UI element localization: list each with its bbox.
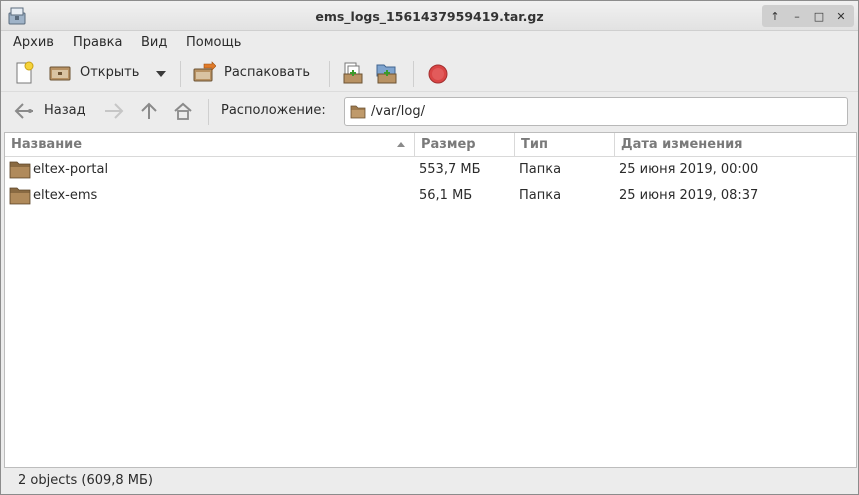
- menu-archive[interactable]: Архив: [13, 35, 54, 50]
- arrow-left-icon: [14, 103, 33, 119]
- add-files-button[interactable]: [338, 58, 368, 88]
- open-archive-button[interactable]: Открыть: [45, 58, 145, 88]
- toolbar-separator: [413, 61, 414, 87]
- location-input[interactable]: [371, 104, 831, 119]
- toolbar-separator: [329, 61, 330, 87]
- column-header-label: Название: [11, 137, 83, 152]
- menu-bar: Архив Правка Вид Помощь: [1, 31, 858, 55]
- sort-ascending-icon: [397, 142, 405, 147]
- toolbar-separator: [208, 99, 209, 125]
- column-header-modified[interactable]: Дата изменения: [615, 133, 856, 157]
- file-modified: 25 июня 2019, 08:37: [619, 188, 759, 203]
- back-button[interactable]: Назад: [9, 97, 93, 126]
- status-bar: 2 objects (609,8 МБ): [1, 468, 858, 494]
- menu-help[interactable]: Помощь: [186, 35, 241, 50]
- window-title: ems_logs_1561437959419.tar.gz: [315, 9, 544, 24]
- open-archive-label: Открыть: [80, 65, 140, 80]
- archive-manager-window: ems_logs_1561437959419.tar.gz ↑ – □ ✕ Ар…: [0, 0, 859, 495]
- stop-button[interactable]: [423, 58, 453, 88]
- window-close-button[interactable]: ✕: [830, 5, 852, 27]
- open-archive-icon: [49, 66, 71, 81]
- folder-icon: [9, 187, 31, 205]
- extract-icon: [193, 61, 216, 82]
- file-name: eltex-ems: [33, 188, 98, 203]
- file-list: Название Размер Тип Дата изменения eltex…: [4, 132, 857, 468]
- status-text: 2 objects (609,8 МБ): [18, 473, 153, 488]
- table-row[interactable]: eltex-portal 553,7 МБ Папка 25 июня 2019…: [5, 157, 856, 183]
- new-archive-button[interactable]: [9, 58, 39, 88]
- column-header-size[interactable]: Размер: [415, 133, 515, 157]
- column-header-label: Тип: [521, 137, 548, 152]
- file-modified: 25 июня 2019, 00:00: [619, 162, 759, 177]
- location-label: Расположение:: [221, 103, 326, 118]
- add-folder-button[interactable]: [372, 58, 402, 88]
- add-files-icon: [343, 62, 363, 84]
- file-type: Папка: [519, 162, 562, 177]
- file-size: 553,7 МБ: [419, 162, 481, 177]
- column-header-name[interactable]: Название: [5, 133, 415, 157]
- window-up-button[interactable]: ↑: [764, 5, 786, 27]
- table-row[interactable]: eltex-ems 56,1 МБ Папка 25 июня 2019, 08…: [5, 183, 856, 209]
- home-icon[interactable]: [173, 101, 193, 121]
- back-label: Назад: [44, 103, 86, 118]
- arrow-right-icon[interactable]: [103, 102, 125, 120]
- stop-icon: [428, 64, 448, 84]
- window-controls: ↑ – □ ✕: [762, 5, 854, 27]
- extract-button[interactable]: Распаковать: [189, 58, 319, 88]
- location-field[interactable]: [344, 97, 848, 126]
- new-archive-icon: [16, 61, 34, 84]
- window-minimize-button[interactable]: –: [786, 5, 808, 27]
- location-bar: Назад Расположение:: [1, 91, 858, 131]
- title-bar[interactable]: ems_logs_1561437959419.tar.gz ↑ – □ ✕: [1, 1, 858, 31]
- chevron-down-icon[interactable]: [155, 69, 167, 79]
- file-type: Папка: [519, 188, 562, 203]
- toolbar-separator: [180, 61, 181, 87]
- menu-edit[interactable]: Правка: [73, 35, 122, 50]
- extract-label: Распаковать: [224, 65, 311, 80]
- add-folder-icon: [376, 64, 397, 84]
- column-header-label: Дата изменения: [621, 137, 743, 152]
- window-maximize-button[interactable]: □: [808, 5, 830, 27]
- file-size: 56,1 МБ: [419, 188, 473, 203]
- folder-icon: [350, 105, 366, 119]
- folder-icon: [9, 161, 31, 179]
- column-header-label: Размер: [421, 137, 476, 152]
- menu-view[interactable]: Вид: [141, 35, 167, 50]
- toolbar: Открыть Распаковать: [1, 55, 858, 91]
- file-name: eltex-portal: [33, 162, 109, 177]
- column-header-type[interactable]: Тип: [515, 133, 615, 157]
- arrow-up-icon[interactable]: [139, 101, 159, 121]
